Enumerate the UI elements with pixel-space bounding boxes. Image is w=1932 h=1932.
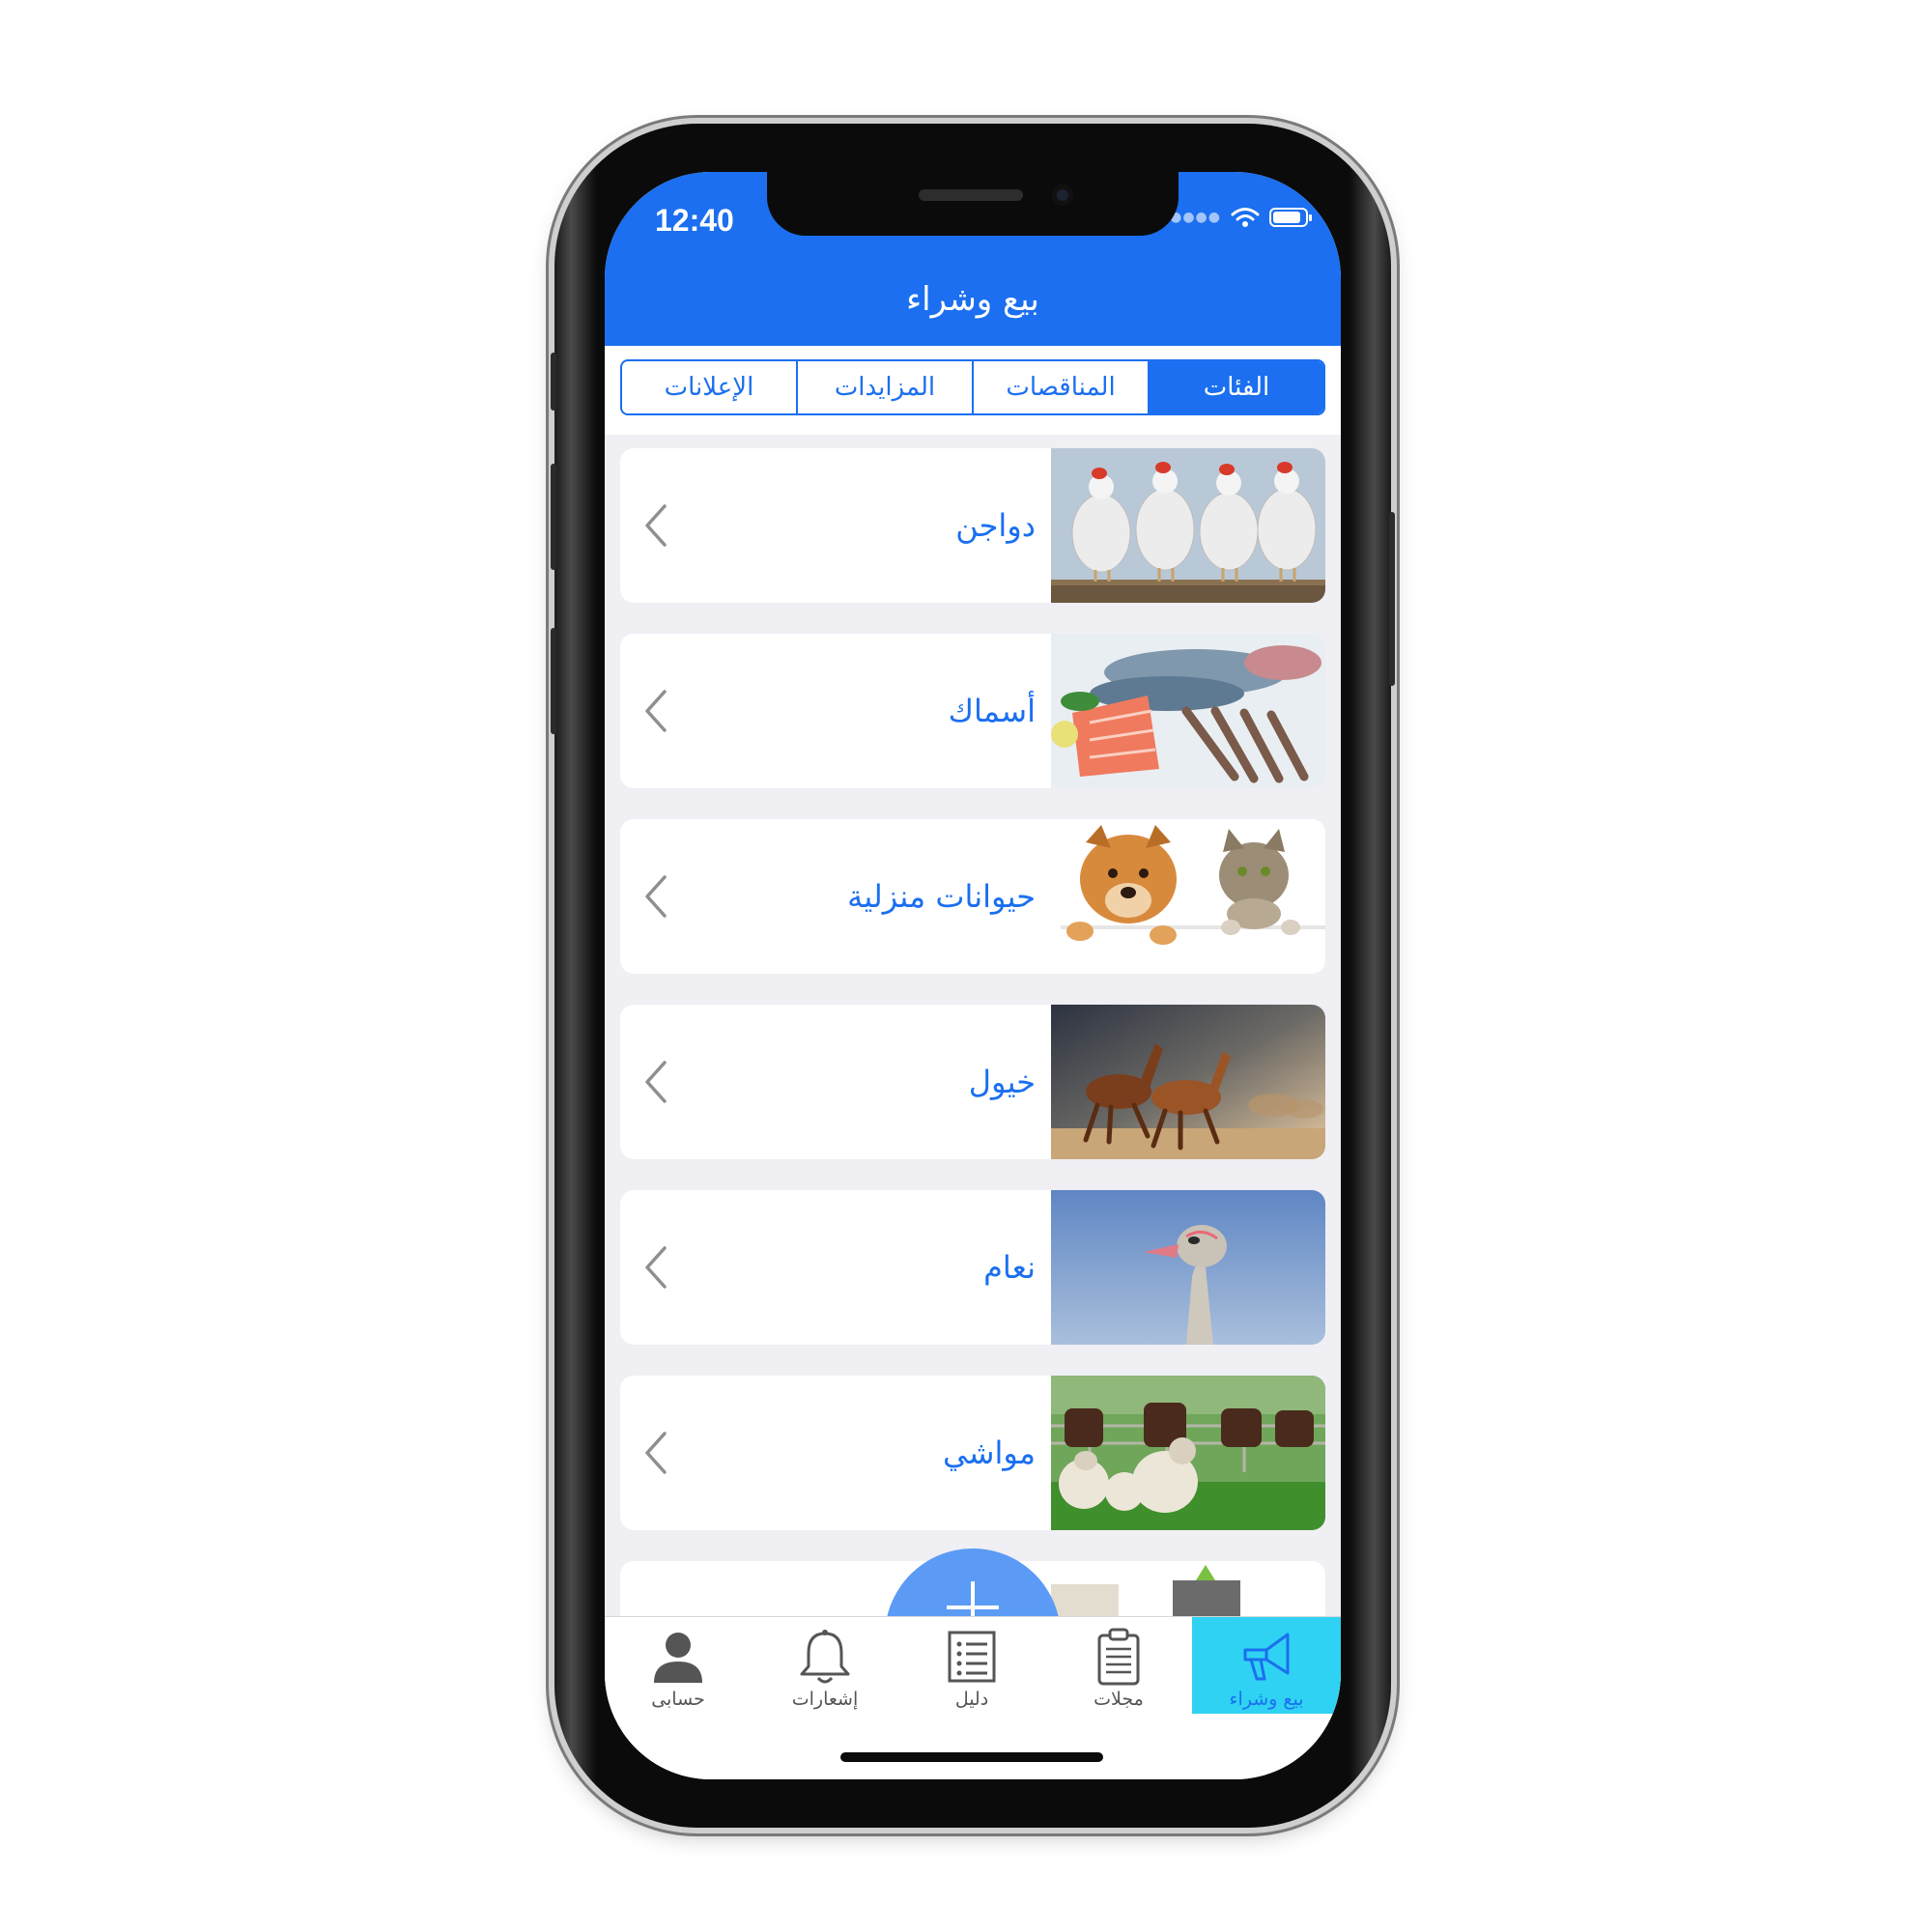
tab-label: إشعارات [791, 1689, 859, 1710]
segment-categories[interactable]: الفئات [1148, 361, 1323, 413]
chevron-left-icon [645, 1432, 667, 1474]
category-label: نعام [983, 1249, 1036, 1286]
segment-bar: الإعلانات المزايدات المناقصات الفئات [605, 346, 1341, 436]
dog-and-cat-image [1051, 819, 1325, 974]
tab-label: حسابى [651, 1689, 705, 1710]
category-card-livestock[interactable]: مواشي [620, 1376, 1325, 1530]
person-icon [654, 1633, 702, 1683]
tab-label: بيع وشراء [1229, 1689, 1304, 1710]
signal-icon: ●●●● [1170, 210, 1221, 225]
category-label: مواشي [942, 1435, 1036, 1471]
phone-notch [767, 172, 1179, 236]
tab-account[interactable]: حسابى [605, 1617, 752, 1714]
tab-label: مجلات [1094, 1689, 1144, 1710]
chevron-left-icon [645, 504, 667, 547]
chevron-left-icon [645, 1061, 667, 1103]
status-icons: ●●●● [1170, 207, 1312, 228]
category-card-horses[interactable]: خيول [620, 1005, 1325, 1159]
category-card-poultry[interactable]: دواجن [620, 448, 1325, 603]
status-time: 12:40 [655, 203, 734, 238]
chevron-left-icon [645, 690, 667, 732]
segmented-control: الإعلانات المزايدات المناقصات الفئات [620, 359, 1325, 415]
side-button-volume-down [551, 628, 556, 734]
category-label: خيول [968, 1064, 1036, 1100]
chevron-left-icon [645, 1246, 667, 1289]
segment-auctions[interactable]: المزايدات [796, 361, 972, 413]
tab-notifications[interactable]: إشعارات [752, 1617, 898, 1714]
category-label: أسماك [948, 693, 1036, 729]
segment-tenders[interactable]: المناقصات [972, 361, 1148, 413]
category-list: دواجن أسماك حيوانات منزلية خيول نعام موا… [605, 435, 1341, 1616]
home-indicator[interactable] [840, 1752, 1103, 1762]
fish-seafood-image [1051, 634, 1325, 788]
segment-ads[interactable]: الإعلانات [622, 361, 796, 413]
megaphone-icon [1243, 1633, 1290, 1681]
clipboard-icon [1097, 1628, 1140, 1686]
tab-directory[interactable]: دليل [898, 1617, 1045, 1714]
category-card-ostrich[interactable]: نعام [620, 1190, 1325, 1345]
side-button-mute [551, 353, 556, 411]
bell-icon [800, 1630, 850, 1684]
sheep-and-cows-image [1051, 1376, 1325, 1530]
tab-label: دليل [954, 1689, 989, 1710]
list-icon [948, 1631, 996, 1683]
category-image [1051, 1561, 1325, 1616]
app-screen: 12:40 ●●●● بيع وشراء الإعلانات المزايدات… [605, 172, 1341, 1779]
ostrich-image [1051, 1190, 1325, 1345]
tab-buy-sell[interactable]: بيع وشراء [1192, 1617, 1341, 1714]
category-card-pets[interactable]: حيوانات منزلية [620, 819, 1325, 974]
horses-image [1051, 1005, 1325, 1159]
phone-camera [1052, 185, 1073, 206]
side-button-volume-up [551, 464, 556, 570]
category-label: دواجن [955, 507, 1036, 544]
wifi-icon [1231, 208, 1260, 227]
category-card-fish[interactable]: أسماك [620, 634, 1325, 788]
phone-speaker [919, 189, 1023, 201]
chickens-image [1051, 448, 1325, 603]
tab-magazines[interactable]: مجلات [1045, 1617, 1192, 1714]
category-label: حيوانات منزلية [847, 878, 1036, 915]
page-title: بيع وشراء [906, 280, 1039, 319]
chevron-left-icon [645, 875, 667, 918]
battery-icon [1269, 208, 1312, 227]
side-button-power [1389, 512, 1395, 686]
